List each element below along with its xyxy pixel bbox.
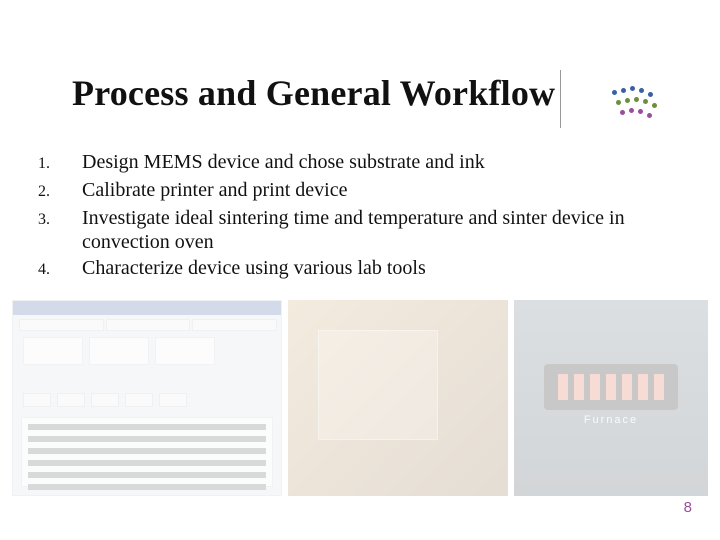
list-item: 2. Calibrate printer and print device (38, 178, 678, 204)
item-text: Investigate ideal sintering time and tem… (82, 206, 678, 254)
list-item: 4. Characterize device using various lab… (38, 256, 678, 282)
item-number: 1. (38, 150, 82, 176)
background-collage: Furnace (12, 300, 708, 496)
slide: Process and General Workflow 1. Design M… (0, 0, 720, 540)
title-wrap: Process and General Workflow (72, 72, 648, 114)
item-number: 3. (38, 206, 82, 232)
list-item: 3. Investigate ideal sintering time and … (38, 206, 678, 254)
list-item: 1. Design MEMS device and chose substrat… (38, 150, 678, 176)
furnace-photo-icon: Furnace (514, 300, 708, 496)
page-number: 8 (684, 499, 692, 516)
item-number: 2. (38, 178, 82, 204)
software-window-icon (12, 300, 282, 496)
dots-logo-icon (610, 86, 666, 122)
item-text: Calibrate printer and print device (82, 178, 347, 202)
item-number: 4. (38, 256, 82, 282)
item-text: Characterize device using various lab to… (82, 256, 426, 280)
content-list: 1. Design MEMS device and chose substrat… (38, 150, 678, 284)
printer-photo-icon (288, 300, 508, 496)
furnace-label: Furnace (514, 414, 708, 426)
item-text: Design MEMS device and chose substrate a… (82, 150, 485, 174)
title-divider (560, 70, 561, 128)
slide-title: Process and General Workflow (72, 72, 555, 114)
